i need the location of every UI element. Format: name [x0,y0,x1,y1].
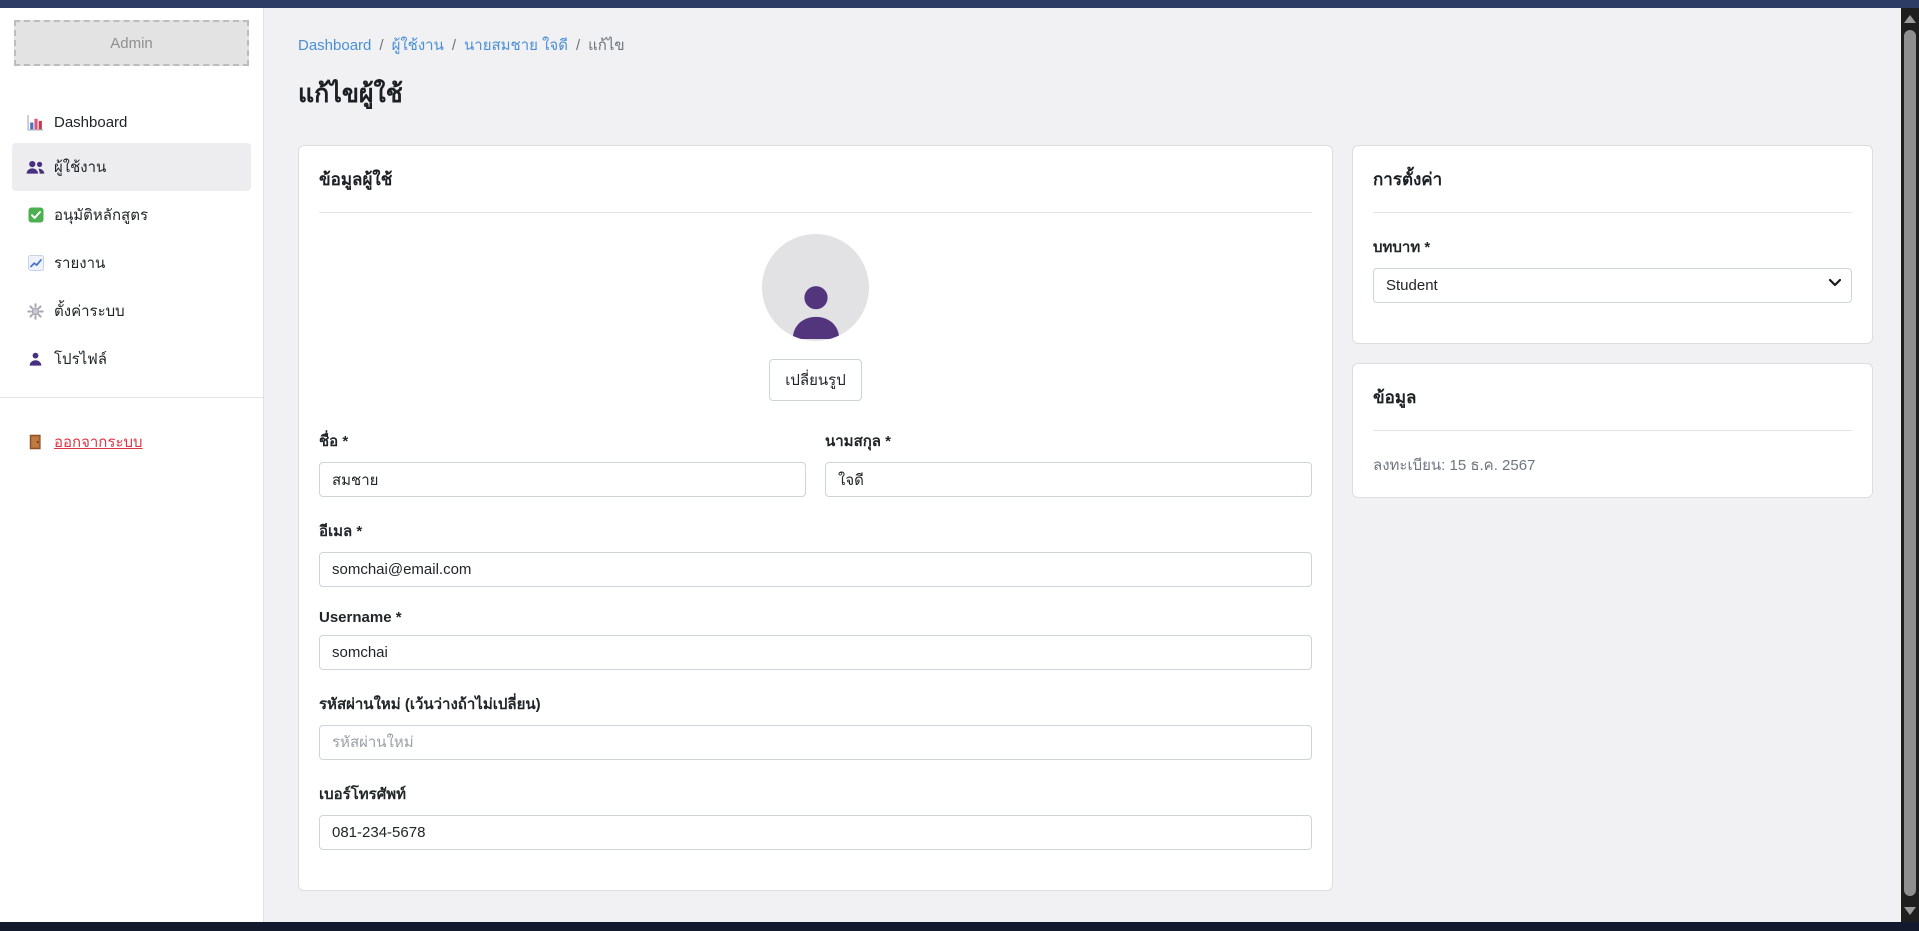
phone-input[interactable] [319,815,1312,850]
logout-label: ออกจากระบบ [54,430,143,454]
card-divider [1373,212,1852,213]
username-input[interactable] [319,635,1312,670]
settings-card: การตั้งค่า บทบาท * Student [1352,145,1873,344]
sidebar-item-label: รายงาน [54,251,105,275]
first-name-group: ชื่อ * [319,429,806,497]
users-icon [26,159,45,176]
new-password-input[interactable] [319,725,1312,760]
gear-icon [26,303,45,320]
phone-group: เบอร์โทรศัพท์ [319,782,1312,850]
phone-label: เบอร์โทรศัพท์ [319,782,1312,806]
user-info-card: ข้อมูลผู้ใช้ เปลี่ยนรูป ชื่อ * นามสกุล * [298,145,1333,891]
breadcrumb-separator: / [452,37,456,54]
change-photo-button[interactable]: เปลี่ยนรูป [769,359,861,401]
chart-up-icon [26,255,45,272]
check-icon [26,207,45,224]
first-name-input[interactable] [319,462,806,497]
name-row: ชื่อ * นามสกุล * [319,429,1312,497]
email-group: อีเมล * [319,519,1312,587]
sidebar-item-label: Dashboard [54,114,127,131]
sidebar-item-system-settings[interactable]: ตั้งค่าระบบ [12,287,251,335]
breadcrumb-link-dashboard[interactable]: Dashboard [298,37,371,54]
sidebar-item-course-approval[interactable]: อนุมัติหลักสูตร [12,191,251,239]
sidebar-item-users[interactable]: ผู้ใช้งาน [12,143,251,191]
sidebar-item-label: อนุมัติหลักสูตร [54,203,148,227]
sidebar-nav: Dashboard ผู้ใช้งาน อนุมัติหลักสูตร รายง… [0,102,263,383]
breadcrumb-link-user-name[interactable]: นายสมชาย ใจดี [464,33,568,57]
password-label: รหัสผ่านใหม่ (เว้นว่างถ้าไม่เปลี่ยน) [319,692,1312,716]
sidebar-item-dashboard[interactable]: Dashboard [12,102,251,143]
logout-link[interactable]: ออกจากระบบ [12,424,251,460]
breadcrumb-separator: / [379,37,383,54]
breadcrumb: Dashboard / ผู้ใช้งาน / นายสมชาย ใจดี / … [298,33,1873,57]
email-label: อีเมล * [319,519,1312,543]
last-name-group: นามสกุล * [825,429,1312,497]
bar-chart-icon [26,114,45,131]
sidebar-item-profile[interactable]: โปรไฟล์ [12,335,251,383]
user-info-card-title: ข้อมูลผู้ใช้ [319,166,1312,193]
breadcrumb-link-users[interactable]: ผู้ใช้งาน [392,33,444,57]
bottom-bar [0,922,1919,931]
sidebar-item-label: ตั้งค่าระบบ [54,299,125,323]
last-name-label: นามสกุล * [825,429,1312,453]
first-name-label: ชื่อ * [319,429,806,453]
settings-card-title: การตั้งค่า [1373,166,1852,193]
last-name-input[interactable] [825,462,1312,497]
avatar-section: เปลี่ยนรูป [319,234,1312,401]
brand-placeholder: Admin [14,20,249,66]
door-icon [26,434,45,451]
sidebar-item-reports[interactable]: รายงาน [12,239,251,287]
breadcrumb-current: แก้ไข [588,33,625,57]
main-content: Dashboard / ผู้ใช้งาน / นายสมชาย ใจดี / … [264,8,1901,922]
breadcrumb-separator: / [576,37,580,54]
scrollbar-thumb[interactable] [1904,30,1916,896]
role-select[interactable]: Student [1373,268,1852,303]
sidebar-item-label: โปรไฟล์ [54,347,107,371]
top-accent-bar [0,0,1919,8]
sidebar-item-label: ผู้ใช้งาน [54,155,106,179]
card-divider [1373,430,1852,431]
email-input[interactable] [319,552,1312,587]
scrollbar-down-arrow[interactable] [1901,902,1919,920]
brand-label: Admin [110,35,153,52]
scrollbar[interactable] [1901,8,1919,922]
role-select-wrap: Student [1373,268,1852,303]
card-divider [319,212,1312,213]
role-label: บทบาท * [1373,235,1852,259]
avatar [762,234,869,341]
info-card-title: ข้อมูล [1373,384,1852,411]
person-silhouette-icon [787,279,845,341]
scrollbar-up-arrow[interactable] [1901,10,1919,28]
username-label: Username * [319,609,1312,626]
password-group: รหัสผ่านใหม่ (เว้นว่างถ้าไม่เปลี่ยน) [319,692,1312,760]
content-row: ข้อมูลผู้ใช้ เปลี่ยนรูป ชื่อ * นามสกุล * [298,145,1873,891]
registered-date-text: ลงทะเบียน: 15 ธ.ค. 2567 [1373,453,1852,477]
sidebar: Admin Dashboard ผู้ใช้งาน อนุมัติหลักสูต… [0,8,264,922]
role-group: บทบาท * Student [1373,235,1852,303]
person-icon [26,351,45,368]
page-title: แก้ไขผู้ใช้ [298,74,1873,114]
info-card: ข้อมูล ลงทะเบียน: 15 ธ.ค. 2567 [1352,363,1873,498]
right-column: การตั้งค่า บทบาท * Student ข้อมูล [1352,145,1873,498]
sidebar-divider [0,397,263,398]
username-group: Username * [319,609,1312,670]
